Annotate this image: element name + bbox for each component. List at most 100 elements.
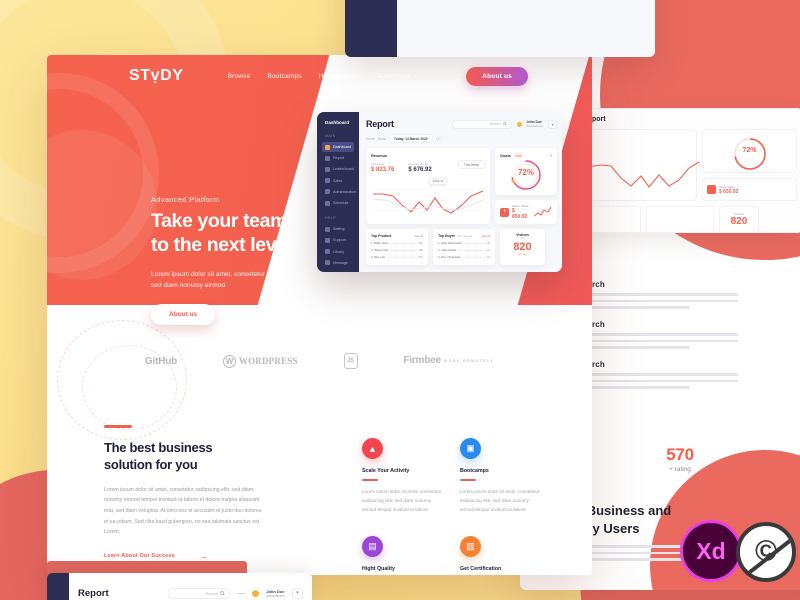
- sidebar-label: Administration: [333, 189, 357, 194]
- sidebar-item-report[interactable]: Report: [322, 153, 354, 163]
- nav-item-bootcamps[interactable]: Bootcamps: [267, 73, 301, 80]
- top-buyer-see-all[interactable]: See all: [482, 235, 490, 238]
- notification-icon[interactable]: [252, 589, 260, 597]
- arrow-right-icon: →: [198, 550, 208, 561]
- nav-item-testimonial[interactable]: Testimonial: [376, 73, 411, 80]
- notification-icon[interactable]: [516, 121, 522, 127]
- sidebar-label: Sales: [333, 178, 343, 183]
- top-buyer-card: Top Buyer Store Europe See all 1. Andy R…: [433, 229, 495, 265]
- bottom-dashboard-preview: Report Search John Doe Administrator ▾: [47, 573, 312, 600]
- dashboard-brand: Dashboard: [325, 120, 349, 125]
- sidebar-item-message[interactable]: Message: [322, 258, 354, 268]
- feature-card-hight-quality[interactable]: ▤ Hight Quality Lorem ipsum dolor sit am…: [362, 536, 442, 575]
- logo-wordpress: W WORDPRESS: [222, 354, 298, 368]
- solutions-heading-line2: solution for you: [104, 457, 198, 473]
- sidebar-item-sales[interactable]: Sales: [322, 176, 354, 186]
- feature-card-get-certification[interactable]: ▨ Get Certification Lorem ipsum dolor si…: [460, 536, 540, 575]
- sidebar-item-dashboard[interactable]: Dashboard: [322, 142, 354, 153]
- adobe-xd-badge: Xd: [680, 520, 742, 582]
- nav-item-browse[interactable]: Browse: [228, 73, 251, 80]
- dashboard-title: Report: [366, 119, 394, 129]
- row-name: 3. Blue Hat: [371, 255, 385, 259]
- row-value: 21: [487, 248, 490, 252]
- breadcrumb-home[interactable]: Home: [366, 137, 375, 141]
- row-name: 2. White Shoe: [371, 248, 389, 252]
- divider: [237, 592, 246, 594]
- top-product-see-all[interactable]: See all: [415, 235, 423, 238]
- table-row: 3. Rony Sukendar 18: [438, 255, 490, 259]
- calendar-icon: [325, 200, 330, 206]
- top-product-card: Top Product See all 1. Black Shoe 350 2.…: [366, 229, 428, 265]
- hero-about-button[interactable]: About us: [151, 303, 216, 325]
- sidebar-group-help: HELP: [325, 216, 336, 221]
- goals-title: Goals: [500, 153, 511, 158]
- feature-title: Bootcamps: [460, 468, 489, 474]
- bottom-user[interactable]: John Doe Administrator: [266, 589, 285, 598]
- feature-body: Lorem ipsum dolor sit amet, consetetur s…: [362, 488, 442, 512]
- row-name: 1. Black Shoe: [371, 241, 389, 245]
- goals-more-icon[interactable]: ▾: [550, 153, 552, 158]
- goals-percent: 72%: [517, 168, 534, 177]
- trophy-icon: [325, 166, 330, 172]
- top-preview-main: Order Value $ 650.92 Top ProductSee all …: [397, 0, 655, 57]
- ghost-sparkline: [587, 161, 700, 188]
- rating-caption: + rating: [669, 466, 691, 473]
- ghost-heading-line1: Our Business and: [560, 503, 672, 518]
- sidebar-group-main: MAIN: [325, 134, 336, 138]
- search-placeholder: Search: [489, 122, 501, 126]
- chevron-down-icon[interactable]: ▾: [548, 119, 557, 129]
- dashboard-lists-row: Top Product See all 1. Black Shoe 350 2.…: [366, 229, 557, 265]
- wordpress-label: WORDPRESS: [238, 356, 298, 366]
- chevron-down-icon[interactable]: ▾: [292, 587, 303, 599]
- feature-card-bootcamps[interactable]: ▣ Bootcamps Lorem ipsum dolor sit amet, …: [460, 438, 540, 514]
- dashboard-user[interactable]: John Doe Administrator: [527, 120, 543, 128]
- wordpress-icon: W: [222, 354, 236, 368]
- row-leader: [390, 242, 417, 244]
- row-leader: [462, 256, 485, 258]
- ghost-text-line: [578, 293, 738, 296]
- solutions-heading: The best business solution for you: [104, 439, 264, 474]
- ghost-block-heading: search: [578, 280, 738, 289]
- ghost-block-heading: search: [578, 320, 738, 329]
- bottom-search-input[interactable]: Search: [168, 587, 231, 599]
- about-us-button[interactable]: About us: [466, 66, 528, 86]
- top-buyer-subtitle: Store Europe: [457, 234, 473, 238]
- sidebar-item-support[interactable]: Support: [322, 235, 354, 245]
- chart-icon: [325, 155, 330, 161]
- dashboard-main: Report Search John Doe Administrator ▾ H…: [359, 112, 562, 272]
- rating-stat: 570 + rating: [640, 445, 720, 473]
- sidebar-item-library[interactable]: Library: [322, 247, 354, 257]
- feature-title: Get Certification: [460, 566, 502, 573]
- ghost-text-block: search: [578, 320, 738, 349]
- site-logo[interactable]: STṿDY: [129, 67, 184, 85]
- feature-title: Scale Your Activity: [362, 468, 410, 474]
- row-value: 18: [487, 255, 490, 259]
- row-value: 286: [418, 248, 423, 252]
- site-navbar: STṿDY Browse Bootcamps How it Works Test…: [47, 55, 592, 97]
- sidebar-item-setting[interactable]: Setting: [322, 224, 354, 234]
- revenue-chart: [371, 189, 485, 214]
- ghost-block-heading: search: [578, 360, 738, 369]
- book-icon: ▣: [460, 438, 481, 459]
- sidebar-label: Schedule: [333, 201, 349, 206]
- row-value: 207: [418, 255, 423, 259]
- dashboard-search-input[interactable]: Search: [451, 119, 512, 129]
- learn-more-link[interactable]: Learn About Our Success →: [104, 550, 264, 561]
- solutions-section: The best business solution for you Lorem…: [104, 425, 264, 561]
- visitors-value: 820: [513, 241, 532, 253]
- breadcrumb-show[interactable]: Show: [378, 137, 386, 141]
- row-leader: [390, 249, 417, 251]
- learn-more-label: Learn About Our Success: [104, 553, 175, 560]
- feature-card-scale-your-activity[interactable]: ▲ Scale Your Activity Lorem ipsum dolor …: [362, 438, 442, 514]
- sidebar-item-administration[interactable]: Administration: [322, 187, 357, 197]
- top-buyer-title: Top Buyer: [438, 234, 456, 238]
- features-grid: ▲ Scale Your Activity Lorem ipsum dolor …: [362, 438, 540, 575]
- table-row: 2. White Shoe 286: [371, 248, 423, 252]
- revenue-range-select[interactable]: This Week: [458, 160, 485, 169]
- sidebar-item-leaderboard[interactable]: Leaderboard: [322, 164, 354, 174]
- sidebar-item-schedule[interactable]: Schedule: [322, 198, 354, 208]
- date-chevron-icon[interactable]: ▾: [435, 135, 442, 142]
- nav-item-how-it-works[interactable]: How it Works: [319, 73, 360, 80]
- date-filter-pill[interactable]: Today, 14 March 2020: [389, 134, 433, 143]
- row-name: 2. Julia Cobalt: [438, 248, 456, 252]
